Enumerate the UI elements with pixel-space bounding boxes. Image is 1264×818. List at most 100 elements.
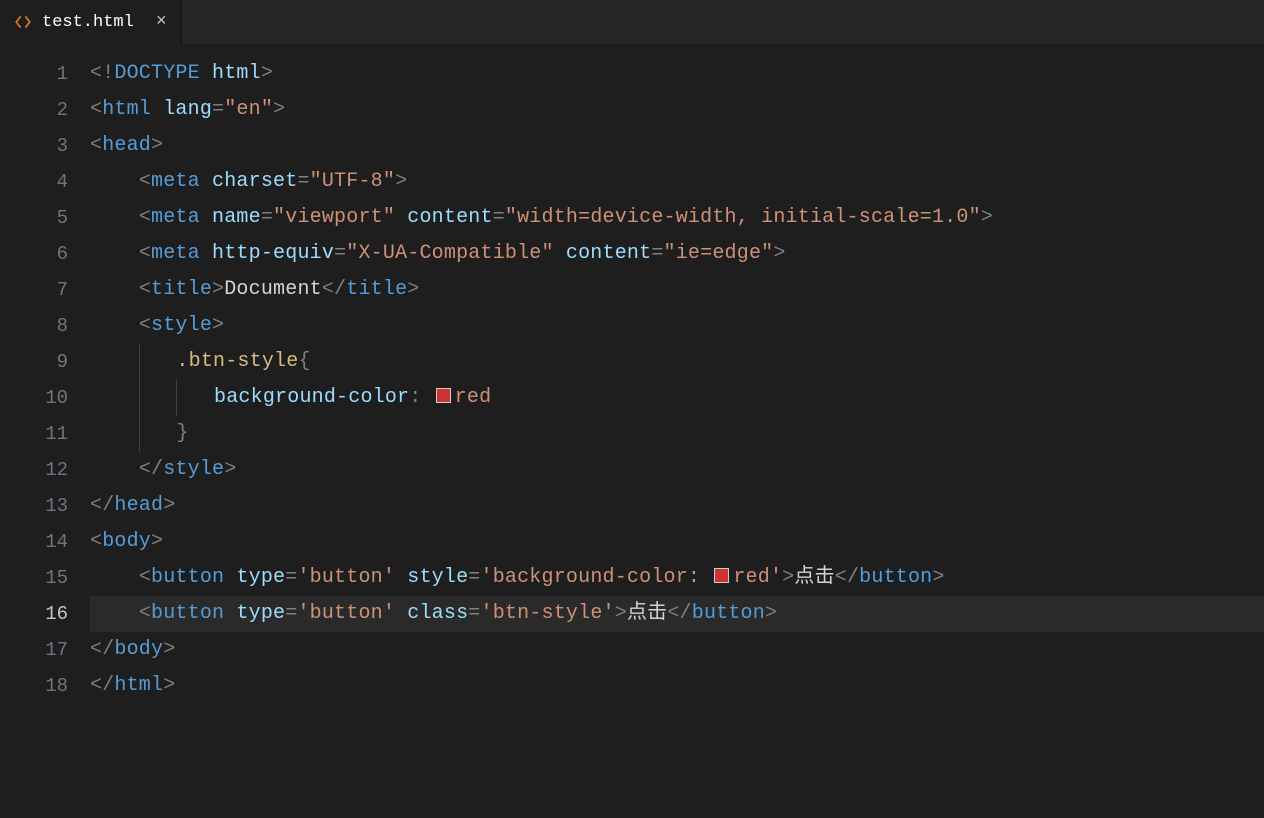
code-line[interactable]: </style> bbox=[90, 452, 1264, 488]
code-line[interactable]: <head> bbox=[90, 128, 1264, 164]
token: </ bbox=[90, 674, 114, 697]
line-number: 17 bbox=[0, 632, 68, 668]
color-swatch-icon bbox=[714, 568, 729, 583]
code-line[interactable]: .btn-style{ bbox=[90, 344, 1264, 380]
token bbox=[200, 206, 212, 229]
line-number: 5 bbox=[0, 200, 68, 236]
tab-test-html[interactable]: test.html × bbox=[0, 0, 182, 44]
indent-guide bbox=[139, 416, 140, 452]
token bbox=[395, 206, 407, 229]
code-area[interactable]: <!DOCTYPE html><html lang="en"><head> <m… bbox=[90, 44, 1264, 818]
token: background-color bbox=[214, 386, 409, 409]
token: } bbox=[176, 422, 188, 445]
token: </ bbox=[90, 494, 114, 517]
token: > bbox=[212, 314, 224, 337]
code-line[interactable]: </head> bbox=[90, 488, 1264, 524]
token: > bbox=[261, 62, 273, 85]
tab-filename: test.html bbox=[42, 13, 134, 32]
code-line[interactable]: <button type='button' style='background-… bbox=[90, 560, 1264, 596]
code-line[interactable]: <body> bbox=[90, 524, 1264, 560]
token: "UTF-8" bbox=[310, 170, 395, 193]
code-line[interactable]: background-color: red bbox=[90, 380, 1264, 416]
token: 'button' bbox=[297, 566, 395, 589]
token: meta bbox=[151, 170, 200, 193]
close-icon[interactable]: × bbox=[156, 12, 167, 32]
token: "X-UA-Compatible" bbox=[346, 242, 553, 265]
code-line[interactable]: <meta name="viewport" content="width=dev… bbox=[90, 200, 1264, 236]
token: > bbox=[932, 566, 944, 589]
code-line[interactable]: <!DOCTYPE html> bbox=[90, 56, 1264, 92]
token: { bbox=[298, 350, 310, 373]
token: red' bbox=[733, 566, 782, 589]
line-number: 15 bbox=[0, 560, 68, 596]
token: "viewport" bbox=[273, 206, 395, 229]
token: 'button' bbox=[297, 602, 395, 625]
token: > bbox=[615, 602, 627, 625]
token: > bbox=[782, 566, 794, 589]
token: Document bbox=[224, 278, 322, 301]
token: > bbox=[981, 206, 993, 229]
token: < bbox=[90, 530, 102, 553]
token: < bbox=[90, 98, 102, 121]
line-number: 9 bbox=[0, 344, 68, 380]
line-number: 10 bbox=[0, 380, 68, 416]
token: .btn-style bbox=[176, 350, 298, 373]
token: </ bbox=[667, 602, 691, 625]
token: button bbox=[151, 602, 224, 625]
token: > bbox=[395, 170, 407, 193]
code-line[interactable]: <meta charset="UTF-8"> bbox=[90, 164, 1264, 200]
token: > bbox=[151, 530, 163, 553]
token: 点击 bbox=[627, 602, 667, 625]
token: red bbox=[455, 386, 492, 409]
token: > bbox=[224, 458, 236, 481]
token: = bbox=[261, 206, 273, 229]
token: style bbox=[151, 314, 212, 337]
token: = bbox=[212, 98, 224, 121]
token: "width=device-width, initial-scale=1.0" bbox=[505, 206, 981, 229]
token: = bbox=[334, 242, 346, 265]
token: button bbox=[151, 566, 224, 589]
token: < bbox=[139, 206, 151, 229]
token: = bbox=[297, 170, 309, 193]
token: > bbox=[765, 602, 777, 625]
token: type bbox=[236, 566, 285, 589]
token: title bbox=[151, 278, 212, 301]
indent-guide bbox=[176, 380, 177, 416]
token: content bbox=[566, 242, 651, 265]
code-line[interactable]: <html lang="en"> bbox=[90, 92, 1264, 128]
code-line[interactable]: <meta http-equiv="X-UA-Compatible" conte… bbox=[90, 236, 1264, 272]
token bbox=[200, 62, 212, 85]
token: html bbox=[102, 98, 151, 121]
token: button bbox=[859, 566, 932, 589]
token: html bbox=[114, 674, 163, 697]
token: > bbox=[163, 674, 175, 697]
code-line[interactable]: <button type='button' class='btn-style'>… bbox=[90, 596, 1264, 632]
line-number: 13 bbox=[0, 488, 68, 524]
token: </ bbox=[90, 638, 114, 661]
token: style bbox=[163, 458, 224, 481]
token: = bbox=[468, 566, 480, 589]
token: name bbox=[212, 206, 261, 229]
token: : bbox=[409, 386, 421, 409]
line-number: 7 bbox=[0, 272, 68, 308]
code-line[interactable]: <style> bbox=[90, 308, 1264, 344]
token: </ bbox=[835, 566, 859, 589]
line-number: 8 bbox=[0, 308, 68, 344]
token bbox=[151, 98, 163, 121]
code-line[interactable]: } bbox=[90, 416, 1264, 452]
code-line[interactable]: </body> bbox=[90, 632, 1264, 668]
code-line[interactable]: <title>Document</title> bbox=[90, 272, 1264, 308]
token: html bbox=[212, 62, 261, 85]
token: meta bbox=[151, 206, 200, 229]
code-line[interactable]: </html> bbox=[90, 668, 1264, 704]
token bbox=[395, 602, 407, 625]
token: > bbox=[212, 278, 224, 301]
token: head bbox=[114, 494, 163, 517]
token: type bbox=[236, 602, 285, 625]
token: < bbox=[139, 314, 151, 337]
token: > bbox=[151, 134, 163, 157]
token: < bbox=[139, 566, 151, 589]
token: < bbox=[139, 170, 151, 193]
token: body bbox=[102, 530, 151, 553]
token: "ie=edge" bbox=[664, 242, 774, 265]
